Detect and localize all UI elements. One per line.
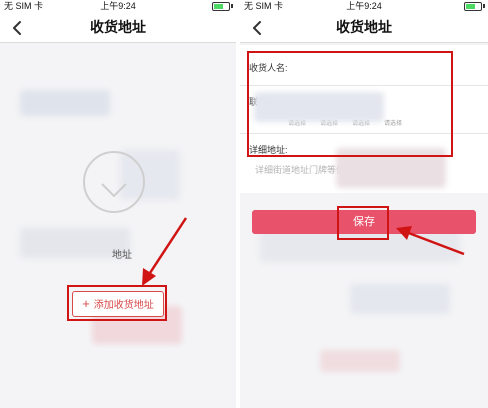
annotation-arrow xyxy=(396,226,465,256)
annotation-arrow xyxy=(142,217,188,286)
left-screen: 无 SIM 卡 上午9:24 收货地址 地址 + 添加收货地址 xyxy=(0,0,236,408)
right-screen: 无 SIM 卡 上午9:24 收货地址 收货人名: 联系 请选择 请选择 请选择… xyxy=(240,0,488,408)
